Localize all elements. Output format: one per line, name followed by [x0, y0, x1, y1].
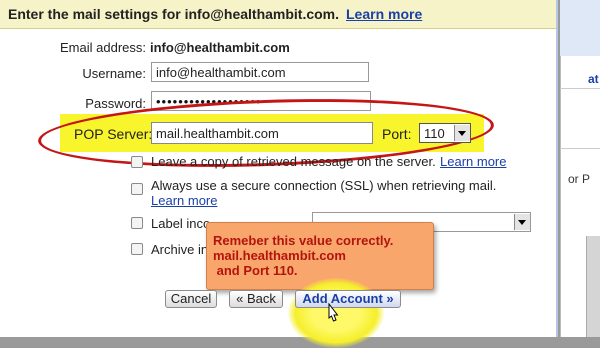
email-address-value: info@healthambit.com: [150, 40, 290, 55]
note-line: and Port 110.: [213, 263, 298, 278]
label-incoming-checkbox[interactable]: [131, 217, 143, 229]
email-address-label: Email address:: [60, 40, 146, 55]
background-divider: [560, 148, 600, 149]
password-label: Password:: [85, 96, 146, 111]
background-text: or P: [568, 172, 591, 186]
back-button[interactable]: « Back: [229, 290, 283, 308]
leave-copy-label: Leave a copy of retrieved message on the…: [151, 154, 436, 169]
username-label: Username:: [82, 66, 146, 81]
mouse-pointer-icon: [328, 303, 339, 322]
archive-checkbox[interactable]: [131, 243, 143, 255]
ssl-learn-more-link[interactable]: Learn more: [151, 193, 217, 208]
label-incoming-label: Label inco: [151, 216, 211, 231]
background-divider: [560, 88, 600, 89]
ssl-label: Always use a secure connection (SSL) whe…: [151, 178, 497, 193]
scrollbar[interactable]: [586, 236, 600, 337]
cancel-button[interactable]: Cancel: [165, 290, 217, 308]
dialog-title: Enter the mail settings for info@healtha…: [8, 6, 340, 22]
pop-server-input[interactable]: [151, 122, 373, 144]
background-window-topbar: [560, 0, 600, 56]
username-input[interactable]: [151, 62, 369, 82]
ssl-checkbox[interactable]: [131, 183, 143, 195]
note-line: mail.healthambit.com: [213, 248, 346, 263]
learn-more-link[interactable]: Learn more: [346, 6, 422, 22]
add-account-button[interactable]: Add Account »: [295, 290, 401, 308]
port-value: 110: [424, 126, 445, 141]
port-label: Port:: [382, 126, 412, 142]
background-text: at: [588, 72, 599, 86]
chevron-down-icon[interactable]: [514, 214, 530, 230]
note-line: Remeber this value correctly.: [213, 233, 394, 248]
archive-label: Archive in: [151, 242, 209, 257]
chevron-down-icon[interactable]: [454, 125, 470, 141]
leave-copy-learn-more-link[interactable]: Learn more: [440, 154, 506, 169]
pop-server-label: POP Server:: [74, 126, 153, 142]
leave-copy-checkbox[interactable]: [131, 156, 143, 168]
